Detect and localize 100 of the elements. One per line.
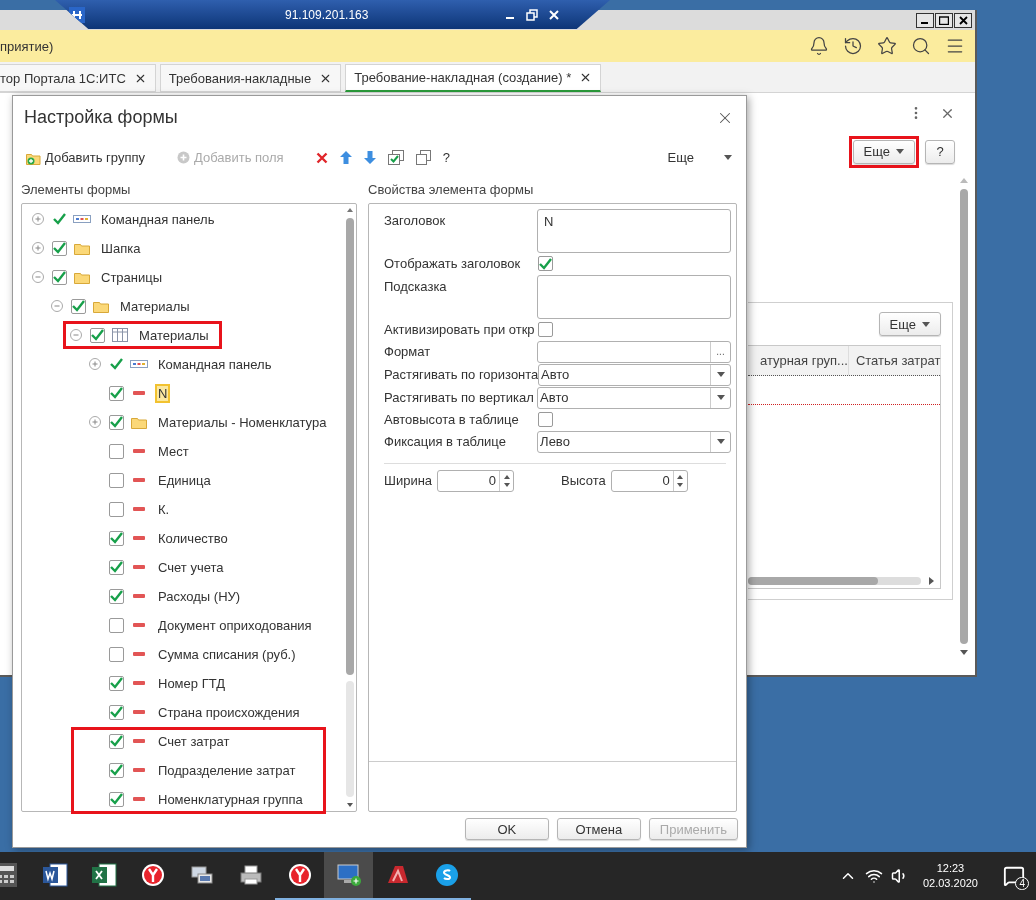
checkbox[interactable]: [109, 385, 124, 401]
checkbox[interactable]: [109, 733, 124, 749]
decrement-icon[interactable]: [503, 482, 510, 487]
tree-item[interactable]: Документ оприходования: [155, 615, 315, 635]
tree-item[interactable]: Счет учета: [155, 557, 227, 577]
tree-item[interactable]: Командная панель: [155, 354, 275, 374]
folder-icon: [74, 241, 90, 255]
tab[interactable]: тор Портала 1С:ИТС: [0, 64, 156, 92]
checkbox[interactable]: [109, 617, 124, 633]
search-icon[interactable]: [911, 36, 931, 56]
help-button[interactable]: ?: [925, 139, 955, 164]
more-button[interactable]: Еще: [667, 150, 732, 166]
toolbar-button[interactable]: Добавить группу: [26, 150, 145, 166]
checkbox[interactable]: [109, 646, 124, 662]
computer-icon[interactable]: [189, 864, 214, 886]
remote-desktop-icon[interactable]: [335, 863, 362, 887]
tab[interactable]: Требования-накладные: [159, 64, 342, 92]
checkbox[interactable]: [109, 791, 124, 807]
toolbar-icon-button[interactable]: [363, 151, 376, 165]
dropdown[interactable]: Авто: [538, 363, 731, 386]
dialog-button[interactable]: Отмена: [556, 818, 641, 841]
number-field[interactable]: 0: [610, 469, 688, 492]
tree-item[interactable]: Материалы - Номенклатура: [155, 412, 330, 432]
check-mark[interactable]: [109, 356, 124, 372]
maximize-button[interactable]: [935, 12, 953, 28]
tree-item[interactable]: К.: [155, 499, 173, 519]
checkbox[interactable]: [538, 256, 553, 272]
checkbox[interactable]: [538, 322, 553, 338]
dropdown[interactable]: Авто: [537, 386, 731, 409]
checkbox[interactable]: [109, 559, 124, 575]
decrement-icon[interactable]: [677, 482, 684, 487]
checkbox[interactable]: [90, 327, 105, 343]
chat-icon[interactable]: [434, 863, 459, 887]
more-button[interactable]: Еще: [878, 312, 941, 336]
checkbox[interactable]: [52, 269, 67, 285]
scroll-up-icon[interactable]: [347, 207, 353, 212]
toolbar-icon-button[interactable]: [339, 151, 352, 165]
browser-icon[interactable]: [287, 863, 312, 887]
more-button[interactable]: Еще: [852, 139, 915, 164]
calculator-icon[interactable]: [0, 863, 17, 887]
tree-item[interactable]: Счет затрат: [155, 731, 233, 751]
minimize-button[interactable]: [916, 12, 934, 28]
tree-item[interactable]: Шапка: [98, 238, 144, 258]
scroll-down-icon[interactable]: [347, 802, 353, 807]
tree-item[interactable]: Расходы (НУ): [155, 586, 244, 606]
scrollbar-thumb[interactable]: [960, 189, 968, 644]
increment-icon[interactable]: [677, 474, 684, 479]
checkbox[interactable]: [71, 298, 86, 314]
toolbar-icon-button[interactable]: [387, 150, 404, 166]
dialog-button[interactable]: OK: [464, 818, 549, 841]
clock[interactable]: 12:23 02.03.2020: [922, 861, 978, 891]
checkbox[interactable]: [109, 443, 124, 459]
tree-item[interactable]: Единица: [155, 470, 214, 490]
tree-item[interactable]: Страна происхождения: [155, 702, 303, 722]
checkbox[interactable]: [109, 472, 124, 488]
restore-icon[interactable]: [526, 8, 538, 21]
checkbox[interactable]: [52, 240, 67, 256]
toolbar-icon-button[interactable]: [315, 151, 328, 164]
checkbox[interactable]: [109, 675, 124, 691]
tree-item[interactable]: Мест: [155, 441, 192, 461]
close-icon[interactable]: [548, 8, 560, 21]
bell-icon[interactable]: [809, 36, 829, 56]
tab[interactable]: Требование-накладная (создание) *: [345, 64, 602, 92]
tree-item[interactable]: Материалы: [136, 325, 212, 345]
checkbox[interactable]: [109, 530, 124, 546]
tree-item[interactable]: Командная панель: [98, 209, 218, 229]
text-area[interactable]: N: [537, 208, 731, 253]
dropdown[interactable]: Лево: [537, 430, 731, 453]
spreadsheet-icon[interactable]: [90, 863, 117, 887]
checkbox[interactable]: [109, 501, 124, 517]
close-button[interactable]: [954, 12, 972, 28]
checkbox[interactable]: [109, 762, 124, 778]
browser-icon[interactable]: [140, 863, 165, 887]
scrollbar-thumb[interactable]: [346, 217, 354, 675]
tree-item[interactable]: N: [155, 383, 171, 403]
tree-item[interactable]: Номер ГТД: [155, 673, 228, 693]
input-field[interactable]: ...: [537, 340, 731, 363]
scrollbar-thumb[interactable]: [748, 577, 878, 585]
tree-item[interactable]: Количество: [155, 528, 231, 548]
document-icon[interactable]: [41, 863, 68, 887]
tree-item[interactable]: Материалы: [117, 296, 193, 316]
printer-icon[interactable]: [238, 864, 263, 886]
checkbox[interactable]: [109, 414, 124, 430]
tree-item[interactable]: Страницы: [98, 267, 166, 287]
scroll-down-icon[interactable]: [960, 650, 968, 655]
check-mark[interactable]: [52, 211, 67, 227]
checkbox[interactable]: [109, 588, 124, 604]
checkbox[interactable]: [538, 412, 553, 428]
wifi-icon[interactable]: [864, 867, 883, 885]
star-icon[interactable]: [877, 36, 897, 56]
tree-item[interactable]: Подразделение затрат: [155, 760, 299, 780]
arrow-right-icon[interactable]: [929, 577, 934, 585]
toolbar-button[interactable]: ?: [442, 150, 450, 166]
toolbar-icon-button[interactable]: [415, 150, 431, 166]
increment-icon[interactable]: [503, 474, 510, 479]
history-icon[interactable]: [843, 36, 863, 56]
number-field[interactable]: 0: [437, 469, 515, 492]
checkbox[interactable]: [109, 704, 124, 720]
tree-item[interactable]: Сумма списания (руб.): [155, 644, 299, 664]
tree-item[interactable]: Номенклатурная группа: [155, 789, 306, 809]
